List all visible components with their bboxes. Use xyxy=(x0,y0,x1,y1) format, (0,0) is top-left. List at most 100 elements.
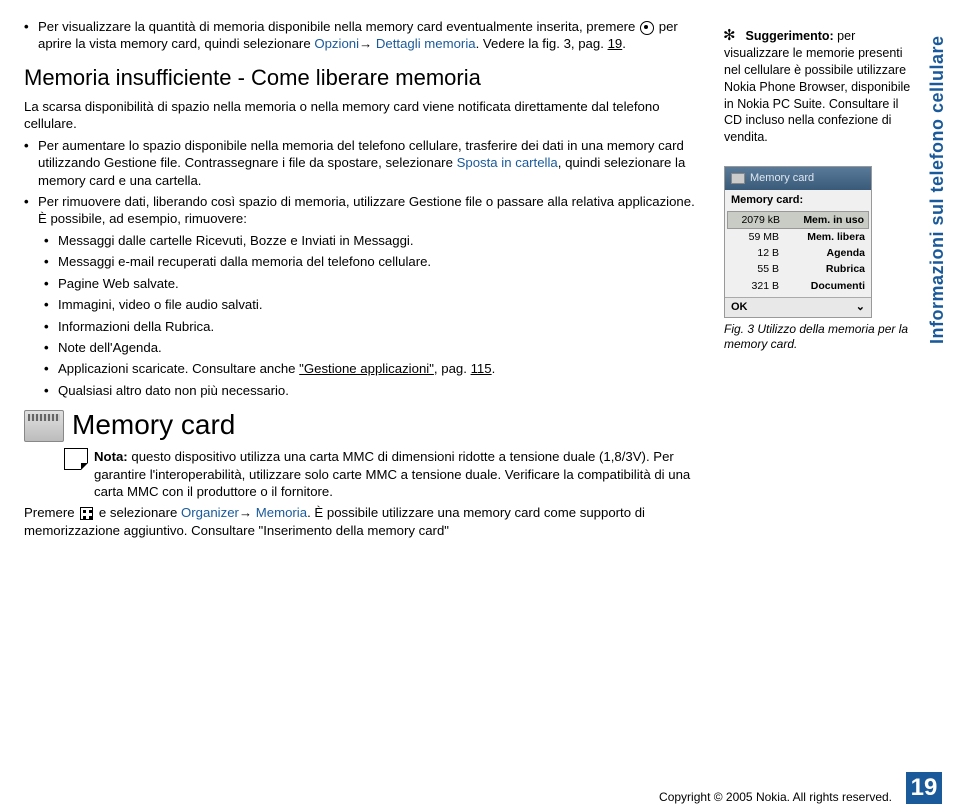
bullet-dot: • xyxy=(44,253,58,270)
bullet-dot: • xyxy=(44,318,58,335)
copyright-text: Copyright © 2005 Nokia. All rights reser… xyxy=(659,790,892,804)
intro-end: . xyxy=(622,36,626,51)
bullet-dot: • xyxy=(44,360,58,377)
tip-label: Suggerimento: xyxy=(745,29,833,43)
sub-bullet: •Messaggi e-mail recuperati dalla memori… xyxy=(44,253,704,270)
section-intro: La scarsa disponibilità di spazio nella … xyxy=(24,98,704,133)
bullet-1: • Per aumentare lo spazio disponibile ne… xyxy=(24,137,704,189)
phone-val: 59 MB xyxy=(731,230,779,244)
memory-card-title: Memory card xyxy=(72,407,235,444)
sub-text: Immagini, video o file audio salvati. xyxy=(58,296,704,313)
phone-header-text: Memory card xyxy=(750,171,814,186)
link-organizer: Organizer xyxy=(181,505,239,520)
link-opzioni: Opzioni xyxy=(314,36,359,51)
premere-post: e selezionare xyxy=(99,505,181,520)
apps-post: , pag. xyxy=(434,361,471,376)
bullet-dot: • xyxy=(24,137,38,189)
apps-pre: Applicazioni scaricate. Consultare anche xyxy=(58,361,299,376)
sub-text: Applicazioni scaricate. Consultare anche… xyxy=(58,360,704,377)
phone-ok: OK xyxy=(731,300,748,315)
phone-row: 59 MB Mem. libera xyxy=(731,229,865,245)
note-text: Nota: questo dispositivo utilizza una ca… xyxy=(94,448,704,500)
sub-bullet: •Qualsiasi altro dato non più necessario… xyxy=(44,382,704,399)
phone-row: 2079 kB Mem. in uso xyxy=(727,211,869,229)
bullet-dot: • xyxy=(44,275,58,292)
page-number: 19 xyxy=(906,772,942,804)
chevron-down-icon: ⌄ xyxy=(856,300,865,315)
tip-icon xyxy=(724,30,738,44)
apps-page: 115 xyxy=(471,361,492,376)
phone-name: Rubrica xyxy=(826,262,865,276)
intro-text: Per visualizzare la quantità di memoria … xyxy=(38,18,704,53)
main-column: • Per visualizzare la quantità di memori… xyxy=(24,18,724,780)
memory-card-heading: Memory card xyxy=(24,407,704,444)
phone-val: 12 B xyxy=(731,246,779,260)
bullet-2-text: Per rimuovere dati, liberando così spazi… xyxy=(38,193,704,228)
sub-text: Note dell'Agenda. xyxy=(58,339,704,356)
side-column: Suggerimento: per visualizzare le memori… xyxy=(724,18,914,780)
note-icon xyxy=(64,448,88,470)
phone-name: Agenda xyxy=(826,246,865,260)
tip-block: Suggerimento: per visualizzare le memori… xyxy=(724,28,914,146)
phone-row: 321 B Documenti xyxy=(731,278,865,294)
page-footer: Copyright © 2005 Nokia. All rights reser… xyxy=(659,772,942,804)
sub-bullet-apps: • Applicazioni scaricate. Consultare anc… xyxy=(44,360,704,377)
bullet-dot: • xyxy=(44,339,58,356)
bullet-dot: • xyxy=(44,296,58,313)
phone-val: 55 B xyxy=(731,262,779,276)
memory-card-chip-icon xyxy=(731,173,745,184)
link-dettagli: Dettagli memoria xyxy=(376,36,476,51)
bullet-dot: • xyxy=(24,193,38,228)
section-tab: Informazioni sul telefono cellulare xyxy=(927,20,948,360)
sub-text: Qualsiasi altro dato non più necessario. xyxy=(58,382,704,399)
bullet-dot: • xyxy=(24,18,38,53)
note-label: Nota: xyxy=(94,449,128,464)
intro-bullet: • Per visualizzare la quantità di memori… xyxy=(24,18,704,53)
sub-bullet: •Immagini, video o file audio salvati. xyxy=(44,296,704,313)
phone-name: Mem. in uso xyxy=(803,213,864,227)
sub-text: Informazioni della Rubrica. xyxy=(58,318,704,335)
bullet-dot: • xyxy=(44,232,58,249)
sub-text: Messaggi e-mail recuperati dalla memoria… xyxy=(58,253,704,270)
sub-bullet: •Messaggi dalle cartelle Ricevuti, Bozze… xyxy=(44,232,704,249)
phone-body: Memory card: 2079 kB Mem. in uso 59 MB M… xyxy=(725,190,871,297)
phone-row: 12 B Agenda xyxy=(731,245,865,261)
arrow-icon: → xyxy=(359,36,372,51)
sub-bullet: •Note dell'Agenda. xyxy=(44,339,704,356)
phone-val: 321 B xyxy=(731,279,779,293)
bullet-1-text: Per aumentare lo spazio disponibile nell… xyxy=(38,137,704,189)
page-ref-19: 19 xyxy=(608,36,623,51)
link-memoria: Memoria xyxy=(256,505,307,520)
premere-pre: Premere xyxy=(24,505,78,520)
tip-text: per visualizzare le memorie presenti nel… xyxy=(724,29,910,144)
phone-footer: OK ⌄ xyxy=(725,297,871,317)
page-content: • Per visualizzare la quantità di memori… xyxy=(0,0,960,780)
sub-bullet: •Informazioni della Rubrica. xyxy=(44,318,704,335)
intro-pre: Per visualizzare la quantità di memoria … xyxy=(38,19,639,34)
apps-end: . xyxy=(492,361,496,376)
intro-tail: . Vedere la fig. 3, pag. xyxy=(476,36,608,51)
phone-name: Mem. libera xyxy=(807,230,865,244)
note-body: questo dispositivo utilizza una carta MM… xyxy=(94,449,690,499)
sub-text: Messaggi dalle cartelle Ricevuti, Bozze … xyxy=(58,232,704,249)
phone-header: Memory card xyxy=(725,167,871,190)
link-sposta: Sposta in cartella xyxy=(457,155,558,170)
premere-paragraph: Premere e selezionare Organizer→ Memoria… xyxy=(24,504,704,539)
figure-caption: Fig. 3 Utilizzo della memoria per la mem… xyxy=(724,322,914,353)
menu-icon xyxy=(80,507,93,520)
apps-link: "Gestione applicazioni" xyxy=(299,361,434,376)
key-icon xyxy=(640,21,654,35)
section-heading: Memoria insufficiente - Come liberare me… xyxy=(24,63,704,92)
memory-card-icon xyxy=(24,410,64,442)
sub-text: Pagine Web salvate. xyxy=(58,275,704,292)
phone-name: Documenti xyxy=(811,279,865,293)
arrow-icon: → xyxy=(239,505,252,520)
phone-val: 2079 kB xyxy=(732,213,780,227)
nested-bullets: •Messaggi dalle cartelle Ricevuti, Bozze… xyxy=(44,232,704,399)
phone-section-label: Memory card: xyxy=(731,193,865,208)
bullet-dot: • xyxy=(44,382,58,399)
phone-screenshot: Memory card Memory card: 2079 kB Mem. in… xyxy=(724,166,872,317)
phone-row: 55 B Rubrica xyxy=(731,261,865,277)
note-block: Nota: questo dispositivo utilizza una ca… xyxy=(64,448,704,500)
sub-bullet: •Pagine Web salvate. xyxy=(44,275,704,292)
